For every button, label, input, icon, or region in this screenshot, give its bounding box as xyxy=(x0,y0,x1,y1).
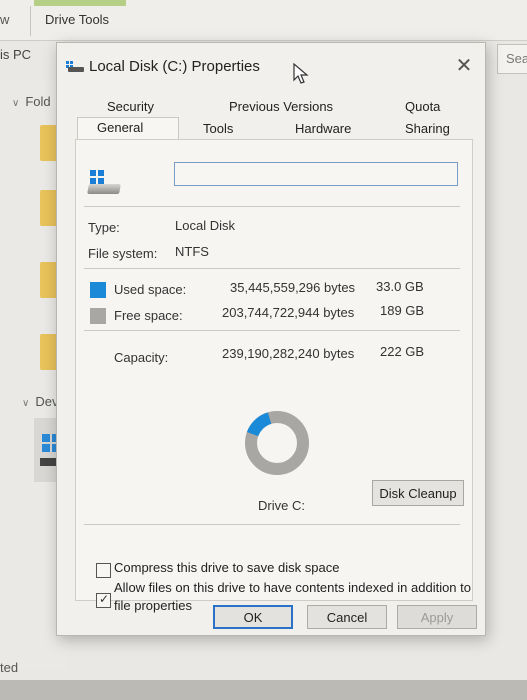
status-text: ted xyxy=(0,660,19,675)
contextual-tab-highlight xyxy=(34,0,126,6)
checkmark-icon: ✓ xyxy=(99,592,110,606)
general-tab-panel: Type: Local Disk File system: NTFS Used … xyxy=(75,139,473,613)
capacity-label: Capacity: xyxy=(114,350,169,365)
nav-folders-group[interactable]: ∨ Fold xyxy=(12,94,51,109)
tab-general[interactable]: General xyxy=(97,120,143,135)
nav-devices-label: Dev xyxy=(35,394,59,409)
file-system-value: NTFS xyxy=(175,244,209,259)
tab-tools[interactable]: Tools xyxy=(203,121,233,136)
close-icon[interactable]: ✕ xyxy=(449,55,479,79)
type-label: Type: xyxy=(88,220,120,235)
free-space-gb: 189 GB xyxy=(380,303,425,318)
capacity-bytes: 239,190,282,240 bytes xyxy=(222,346,355,361)
divider xyxy=(84,330,460,331)
search-box[interactable]: Sea xyxy=(497,44,527,74)
mouse-pointer-icon xyxy=(293,63,309,84)
status-bar xyxy=(0,680,527,700)
tab-quota[interactable]: Quota xyxy=(405,99,440,114)
ribbon: w Drive Tools xyxy=(0,0,527,41)
tab-previous-versions[interactable]: Previous Versions xyxy=(229,99,333,114)
tab-sharing[interactable]: Sharing xyxy=(405,121,450,136)
index-label-line2: file properties xyxy=(114,598,193,613)
used-space-bytes: 35,445,559,296 bytes xyxy=(230,280,356,295)
ok-button[interactable]: OK xyxy=(213,605,293,629)
nav-folders-label: Fold xyxy=(25,94,51,109)
capacity-gb: 222 GB xyxy=(380,344,425,359)
ribbon-tab-view[interactable]: w xyxy=(0,12,9,27)
index-checkbox[interactable]: ✓ xyxy=(96,592,111,608)
chevron-down-icon: ∨ xyxy=(22,398,30,409)
divider xyxy=(84,524,460,525)
address-bar[interactable]: is PC xyxy=(0,47,31,62)
ribbon-tab-drive-tools[interactable]: Drive Tools xyxy=(45,12,109,27)
compress-label: Compress this drive to save disk space xyxy=(114,560,340,575)
dialog-titlebar[interactable]: Local Disk (C:) Properties ✕ xyxy=(57,43,485,87)
divider xyxy=(84,268,460,269)
cancel-button[interactable]: Cancel xyxy=(307,605,387,629)
compress-checkbox[interactable] xyxy=(96,563,111,578)
tab-security[interactable]: Security xyxy=(107,99,154,114)
nav-devices-group[interactable]: ∨ Dev xyxy=(22,394,58,409)
index-label-line1: Allow files on this drive to have conten… xyxy=(114,580,471,595)
dialog-title: Local Disk (C:) Properties xyxy=(89,58,260,75)
drive-name-field[interactable] xyxy=(174,162,458,186)
drive-icon xyxy=(87,170,124,198)
disk-cleanup-button[interactable]: Disk Cleanup xyxy=(372,480,464,506)
free-space-label: Free space: xyxy=(114,308,183,323)
used-space-gb: 33.0 GB xyxy=(376,279,424,294)
free-space-swatch xyxy=(90,308,106,324)
type-value: Local Disk xyxy=(175,218,235,233)
chevron-down-icon: ∨ xyxy=(12,98,20,109)
drive-c-label: Drive C: xyxy=(258,498,305,513)
used-space-label: Used space: xyxy=(114,282,187,297)
disk-usage-donut xyxy=(245,411,309,475)
file-system-label: File system: xyxy=(88,246,158,261)
properties-dialog: Local Disk (C:) Properties ✕ Security Pr… xyxy=(56,42,486,636)
drive-icon xyxy=(66,61,84,72)
ribbon-separator xyxy=(30,6,31,36)
divider xyxy=(84,206,460,207)
apply-button[interactable]: Apply xyxy=(397,605,477,629)
tab-hardware[interactable]: Hardware xyxy=(295,121,351,136)
used-space-swatch xyxy=(90,282,106,298)
free-space-bytes: 203,744,722,944 bytes xyxy=(222,305,355,320)
search-placeholder: Sea xyxy=(506,51,527,66)
